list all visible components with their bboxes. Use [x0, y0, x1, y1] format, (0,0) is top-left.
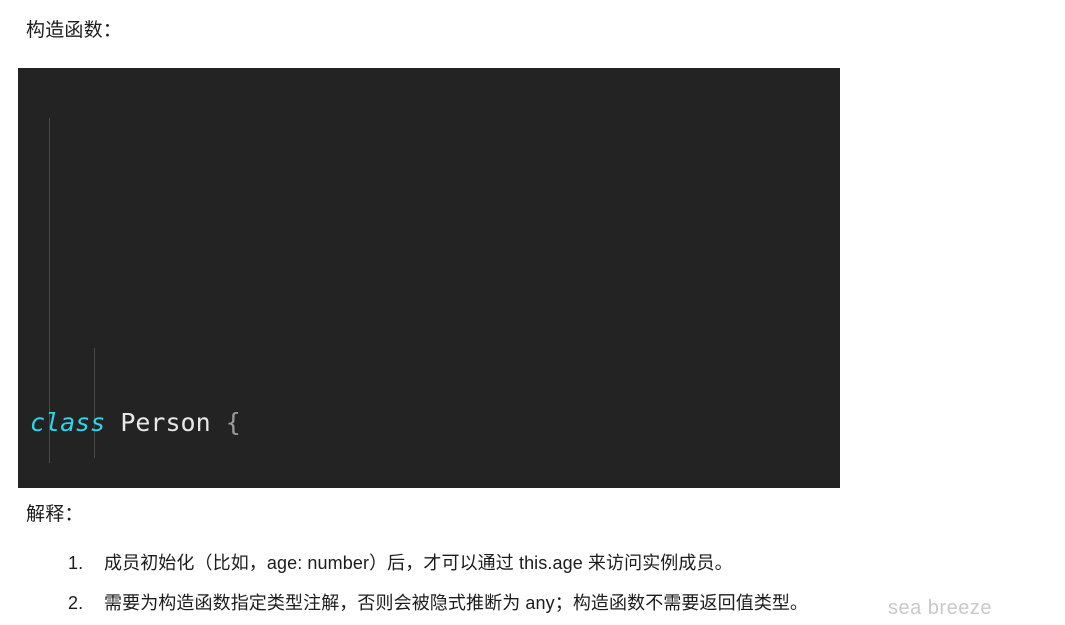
- explanation-list: 1. 成员初始化（比如，age: number）后，才可以通过 this.age…: [26, 543, 1056, 623]
- list-item: 1. 成员初始化（比如，age: number）后，才可以通过 this.age…: [26, 543, 1056, 583]
- caption-constructor-heading: 构造函数：: [26, 20, 123, 41]
- code-content: class Person { age: number gender: strin…: [18, 78, 840, 488]
- list-item-number: 2.: [68, 593, 84, 613]
- token-brace-open: {: [225, 408, 241, 437]
- page-root: 构造函数： class Person { age: number gender:…: [0, 0, 1065, 625]
- code-block-typescript: class Person { age: number gender: strin…: [18, 68, 840, 488]
- code-line-1: class Person {: [18, 400, 840, 446]
- token-keyword-class: class: [30, 408, 106, 437]
- list-item-number: 1.: [68, 553, 84, 573]
- caption-explanation-heading: 解释：: [26, 504, 84, 525]
- list-item: 2. 需要为构造函数指定类型注解，否则会被隐式推断为 any；构造函数不需要返回…: [26, 583, 1056, 623]
- token-class-name: Person: [120, 408, 211, 437]
- list-item-text: 需要为构造函数指定类型注解，否则会被隐式推断为 any；构造函数不需要返回值类型…: [104, 593, 809, 613]
- list-item-text: 成员初始化（比如，age: number）后，才可以通过 this.age 来访…: [104, 553, 733, 573]
